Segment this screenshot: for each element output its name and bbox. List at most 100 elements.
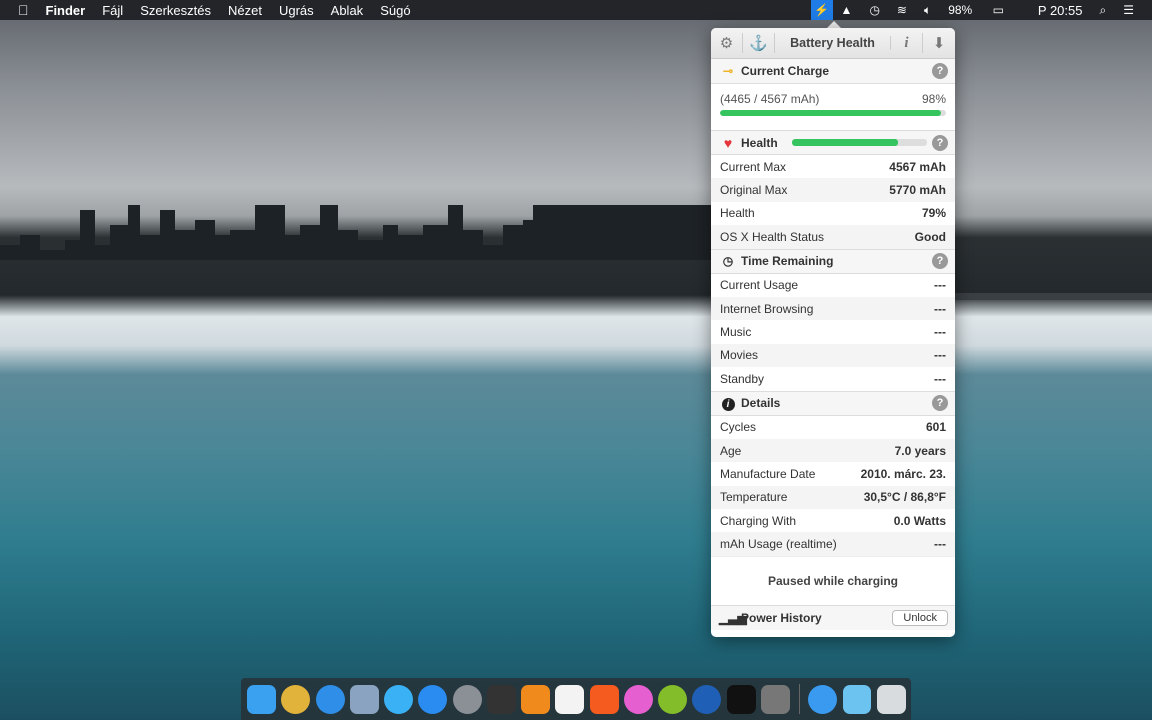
battery-status[interactable]: 98% ▭ (948, 3, 1021, 17)
section-title: Details (741, 396, 781, 411)
row-value: 601 (925, 420, 946, 435)
row-label: Standby (720, 371, 765, 386)
section-current-charge: ⊸ Current Charge ? (711, 59, 955, 84)
charge-progress-bar (720, 110, 946, 116)
menu-bar:  Finder Fájl Szerkesztés Nézet Ugrás Ab… (0, 0, 1152, 20)
settings-gear-icon[interactable]: ⚙ (711, 33, 743, 53)
info-row: Standby --- (711, 367, 955, 390)
clock-icon: ◷ (722, 254, 734, 269)
row-value: 4567 mAh (889, 159, 946, 174)
row-label: Original Max (720, 183, 788, 198)
spotlight-search-icon[interactable]: ⌕ (1100, 3, 1107, 18)
charge-mah: (4465 / 4567 mAh) (720, 92, 820, 106)
clock[interactable]: P 20:55 (1038, 3, 1083, 18)
section-title: Current Charge (741, 64, 830, 78)
volume-icon[interactable]: 🔈︎ (924, 3, 931, 18)
dock-safari-icon[interactable] (315, 684, 345, 714)
section-title: Power History (741, 610, 822, 625)
row-label: OS X Health Status (720, 229, 825, 244)
health-progress-fill (791, 139, 899, 146)
row-value: 79% (921, 206, 946, 221)
dock-app-store-icon[interactable] (418, 684, 448, 714)
row-value: --- (934, 371, 946, 386)
dock-finder-icon[interactable] (247, 684, 276, 714)
anchor-icon[interactable]: ⚓ (743, 33, 775, 53)
row-value: 2010. márc. 23. (860, 466, 946, 481)
battery-percent: 98% (948, 3, 973, 17)
wifi-icon[interactable]: ≋ (897, 3, 907, 17)
row-value: --- (934, 537, 946, 552)
help-icon[interactable]: ? (932, 134, 948, 151)
row-label: Movies (720, 348, 759, 363)
row-value: 7.0 years (894, 443, 946, 458)
dock-applications-folder-icon[interactable] (808, 684, 838, 714)
dock-messages-icon[interactable] (384, 684, 414, 714)
row-value: --- (934, 348, 946, 363)
apple-icon[interactable]:  (18, 2, 29, 18)
row-label: Temperature (720, 490, 788, 505)
popover-title: Battery Health (775, 36, 891, 50)
time-machine-icon[interactable]: ◷ (869, 3, 879, 17)
info-row: Current Usage --- (711, 274, 955, 297)
dock-winbox-icon[interactable] (692, 684, 722, 714)
row-value: Good (914, 229, 946, 244)
battery-health-bolt-icon[interactable]: ⚡ (810, 0, 833, 20)
dock-soundcloud-icon[interactable] (589, 684, 619, 714)
menu-help[interactable]: Súgó (380, 3, 410, 18)
info-row: Current Max 4567 mAh (711, 155, 955, 178)
menu-window[interactable]: Ablak (331, 3, 364, 18)
battery-icon: ▭ (992, 3, 1004, 17)
dock-launchpad-icon[interactable] (452, 684, 482, 714)
row-label: Cycles (720, 420, 757, 435)
menu-file[interactable]: Fájl (102, 3, 123, 18)
dock-chrome-icon[interactable] (281, 684, 311, 714)
menu-app-finder[interactable]: Finder (46, 3, 86, 18)
dock-vlc-icon[interactable] (521, 684, 551, 714)
bar-chart-icon: ▁▃▅ (719, 610, 747, 625)
section-time-remaining: ◷ Time Remaining ? (711, 248, 955, 274)
unlock-button[interactable]: Unlock (892, 609, 948, 626)
help-icon[interactable]: ? (932, 253, 948, 270)
help-icon[interactable]: ? (932, 395, 948, 412)
info-row: Cycles 601 (711, 416, 955, 439)
menu-go[interactable]: Ugrás (279, 3, 314, 18)
dock-spotify-icon[interactable] (658, 684, 688, 714)
city-skyline (0, 205, 1152, 300)
dock-itunes-icon[interactable] (623, 684, 653, 714)
charge-panel: (4465 / 4567 mAh) 98% (711, 84, 955, 130)
info-row: mAh Usage (realtime) --- (711, 532, 955, 556)
row-value: 0.0 Watts (893, 513, 946, 528)
row-value: --- (934, 301, 946, 316)
row-label: Internet Browsing (720, 301, 814, 316)
dock-preview-icon[interactable] (349, 684, 379, 714)
menu-edit[interactable]: Szerkesztés (140, 3, 211, 18)
help-icon[interactable]: ? (932, 63, 948, 79)
dock-mission-control-icon[interactable] (486, 684, 516, 714)
download-arrow-icon[interactable]: ⬇ (923, 33, 955, 53)
section-health: ♥ Health ? (711, 130, 955, 155)
dock-trash-icon[interactable] (876, 684, 906, 714)
info-row: Manufacture Date 2010. márc. 23. (711, 462, 955, 485)
row-value: 5770 mAh (889, 183, 946, 198)
heart-icon: ♥ (723, 134, 733, 151)
dock-documents-folder-icon[interactable] (842, 684, 872, 714)
info-row: Charging With 0.0 Watts (711, 509, 955, 532)
paused-message: Paused while charging (711, 555, 955, 605)
section-title: Health (741, 135, 778, 150)
charge-progress-fill (720, 110, 942, 116)
charge-percent: 98% (921, 92, 946, 106)
popover-toolbar: ⚙ ⚓ Battery Health i ⬇ (711, 28, 955, 59)
row-label: Manufacture Date (720, 466, 816, 481)
health-progress-bar (791, 139, 927, 146)
dock-calendar-icon[interactable] (555, 684, 585, 714)
info-row: Health 79% (711, 202, 955, 225)
info-icon[interactable]: i (891, 33, 923, 53)
dock-separator (799, 684, 801, 714)
dock-terminal-icon[interactable] (726, 684, 756, 714)
notification-center-icon[interactable]: ☰ (1123, 3, 1134, 17)
google-drive-icon[interactable]: ▲ (841, 3, 853, 17)
menu-view[interactable]: Nézet (228, 3, 262, 18)
dock-system-preferences-icon[interactable] (760, 684, 790, 714)
info-row: Temperature 30,5°C / 86,8°F (711, 485, 955, 510)
row-value: 30,5°C / 86,8°F (863, 490, 946, 505)
